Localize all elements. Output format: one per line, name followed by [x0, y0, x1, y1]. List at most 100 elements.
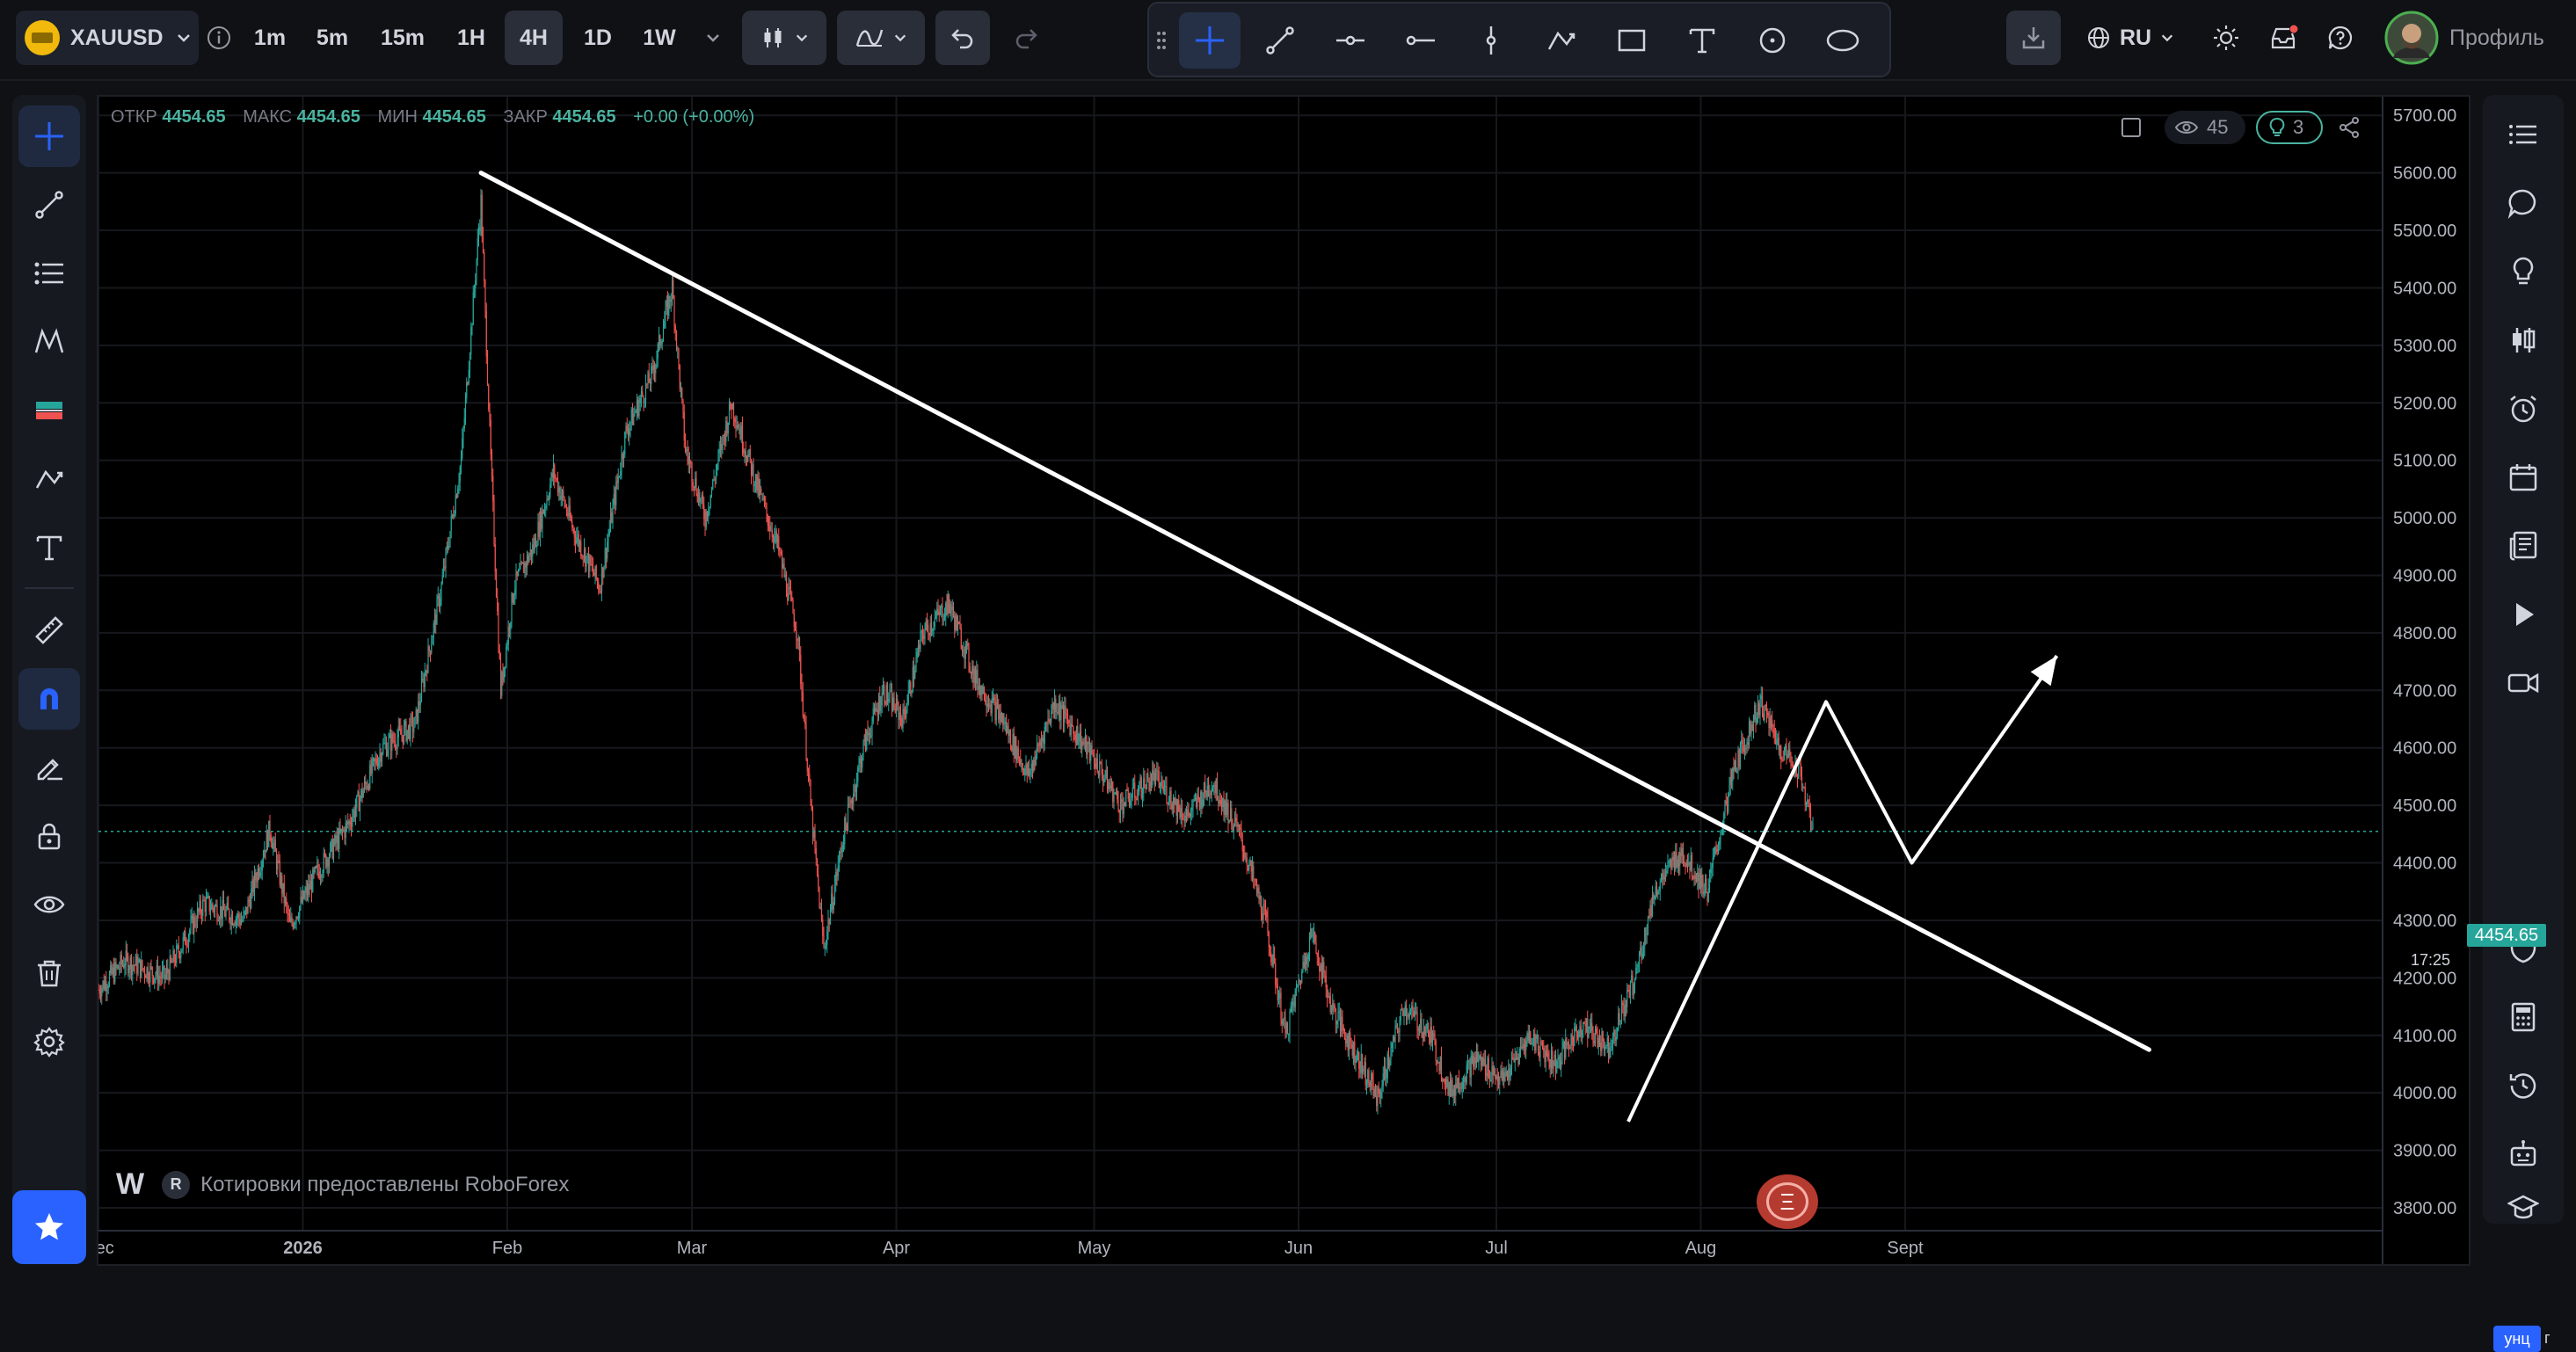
watchlist-button[interactable]: [2492, 104, 2554, 165]
event-marker[interactable]: Ξ: [1757, 1174, 1818, 1229]
chart-area[interactable]: 5700.00 5600.00 5500.00 5400.00 5300.00 5200.…: [97, 95, 2551, 1352]
notifications-button[interactable]: [2261, 11, 2307, 65]
crosshair-tool[interactable]: [1179, 12, 1241, 69]
ellipse-tool[interactable]: [1812, 12, 1874, 69]
candle-body: [277, 860, 279, 870]
chart-type-button[interactable]: [742, 11, 826, 65]
ideas-counter[interactable]: 3: [2256, 111, 2323, 144]
viewers-count: 45: [2207, 116, 2229, 138]
horizontal-line-tool[interactable]: [1320, 12, 1381, 69]
candle-body: [1307, 954, 1309, 960]
timeframe-1w[interactable]: 1W: [633, 11, 686, 65]
vertical-line-tool[interactable]: [1460, 12, 1522, 69]
candle-body: [862, 741, 864, 758]
candle-body: [832, 893, 833, 910]
candle-body: [1310, 928, 1312, 940]
candle-body: [1367, 1070, 1369, 1084]
lock-drawings-tool[interactable]: [18, 805, 80, 867]
crosshair-tool-left[interactable]: [18, 105, 80, 167]
arrow-head: [2030, 656, 2057, 687]
trend-line-tool[interactable]: [1249, 12, 1311, 69]
history-button[interactable]: [2492, 1055, 2554, 1116]
theme-toggle[interactable]: [2203, 11, 2249, 65]
info-button[interactable]: [204, 11, 234, 65]
horizontal-ray-tool[interactable]: [1390, 12, 1452, 69]
candle-body: [699, 492, 701, 503]
timeframe-1m[interactable]: 1m: [248, 11, 292, 65]
candle-body: [1499, 1076, 1501, 1085]
candle-body: [1638, 954, 1641, 965]
candle-body: [194, 916, 196, 926]
timeframe-15m[interactable]: 15m: [373, 11, 433, 65]
candle-body: [960, 629, 962, 649]
chats-button[interactable]: [2492, 172, 2554, 234]
alerts-button[interactable]: [2492, 378, 2554, 440]
candle-body: [572, 527, 574, 529]
hide-drawings-tool[interactable]: [18, 874, 80, 935]
timeframe-more-button[interactable]: [700, 11, 726, 65]
favorites-button[interactable]: [12, 1190, 86, 1264]
profile-button[interactable]: Профиль: [2384, 11, 2560, 65]
candle-body: [196, 908, 199, 926]
brush-tools-button[interactable]: [18, 448, 80, 510]
candle-body: [1209, 794, 1211, 796]
symbol-selector[interactable]: XAUUSD: [16, 11, 199, 65]
candle-body: [281, 876, 283, 894]
candle-body: [318, 871, 320, 879]
calculator-button[interactable]: [2492, 986, 2554, 1048]
indicators-button[interactable]: [837, 11, 925, 65]
language-selector[interactable]: RU: [2082, 11, 2179, 65]
calendar-button[interactable]: [2492, 447, 2554, 508]
magnet-tool[interactable]: [18, 668, 80, 730]
settings-tool[interactable]: [18, 1011, 80, 1072]
candle-body: [1776, 739, 1778, 745]
candle-body: [904, 714, 906, 718]
candle-body: [734, 418, 736, 423]
price-chart[interactable]: 5700.005600.005500.005400.005300.005200.…: [98, 97, 2469, 1264]
candle-body: [1171, 803, 1173, 810]
timeframe-4h[interactable]: 4H: [505, 11, 563, 65]
dom-button[interactable]: [2492, 309, 2554, 371]
replay-button[interactable]: [2492, 584, 2554, 645]
text-tool[interactable]: [1671, 12, 1733, 69]
circle-tool[interactable]: [1742, 12, 1803, 69]
timezone-button[interactable]: унц: [2493, 1326, 2541, 1352]
forecast-tools-button[interactable]: [18, 380, 80, 441]
rectangle-tool[interactable]: [1601, 12, 1663, 69]
candle-body: [938, 611, 940, 615]
streams-button[interactable]: [2492, 652, 2554, 714]
drawing-mode-tool[interactable]: [18, 737, 80, 798]
candle-body: [991, 698, 993, 714]
viewers-counter[interactable]: 45: [2165, 111, 2245, 144]
undo-button[interactable]: [935, 11, 990, 65]
chat-bubble-icon: [2507, 187, 2539, 219]
candle-body: [823, 935, 825, 947]
news-button[interactable]: [2492, 515, 2554, 577]
candle-body: [1280, 992, 1282, 1021]
bot-button[interactable]: [2492, 1123, 2554, 1185]
timeframe-5m[interactable]: 5m: [308, 11, 357, 65]
candle-body: [113, 967, 115, 983]
fullscreen-toggle[interactable]: [2112, 111, 2150, 144]
download-button[interactable]: [2006, 11, 2061, 65]
line-tools-button[interactable]: [18, 174, 80, 236]
candle-body: [1416, 1012, 1418, 1029]
timeframe-1d[interactable]: 1D: [573, 11, 622, 65]
chat-button[interactable]: [2318, 11, 2363, 65]
drag-handle[interactable]: [1153, 12, 1170, 69]
text-tools-button[interactable]: [18, 517, 80, 578]
pattern-tools-button[interactable]: [18, 311, 80, 373]
timeframe-1h[interactable]: 1H: [447, 11, 496, 65]
candle-body: [1701, 874, 1703, 888]
path-arrow-tool[interactable]: [1531, 12, 1592, 69]
candle-body: [642, 391, 644, 396]
fib-tools-button[interactable]: [18, 243, 80, 304]
education-button[interactable]: [2492, 1192, 2554, 1224]
candle-body: [858, 762, 860, 767]
candle-body: [774, 535, 775, 542]
ideas-button[interactable]: [2492, 241, 2554, 302]
remove-drawings-tool[interactable]: [18, 942, 80, 1004]
share-button[interactable]: [2332, 111, 2367, 144]
measure-tool[interactable]: [18, 600, 80, 661]
redo-button[interactable]: [999, 11, 1053, 65]
